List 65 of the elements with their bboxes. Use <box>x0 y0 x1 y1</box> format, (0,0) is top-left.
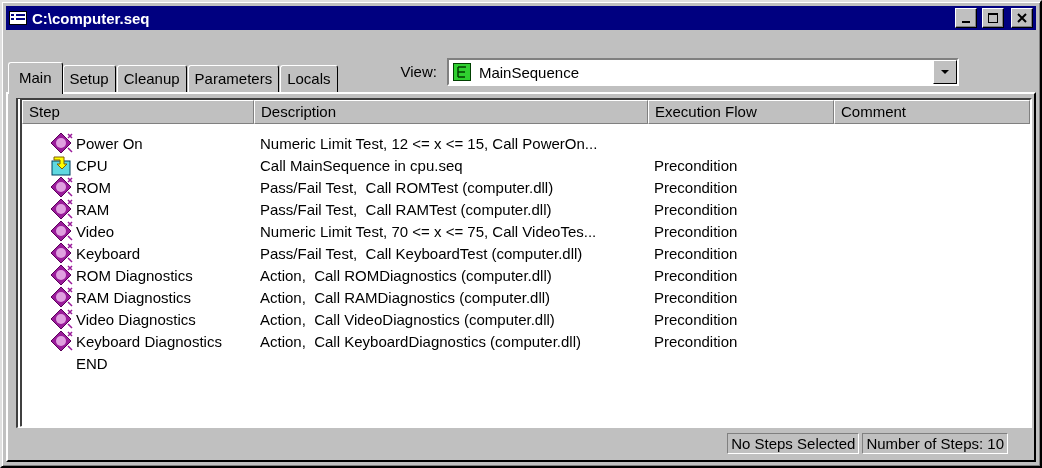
step-name[interactable]: Keyboard Diagnostics <box>76 332 222 350</box>
minimize-icon <box>962 21 970 23</box>
view-label: View: <box>400 63 437 80</box>
execution-flow: Precondition <box>653 332 738 350</box>
execution-flow: Precondition <box>653 156 738 174</box>
view-dropdown[interactable]: MainSequence <box>446 58 959 86</box>
diamond-icon <box>50 330 74 352</box>
column-header[interactable]: Execution Flow <box>648 100 834 124</box>
step-description: Action, Call ROMDiagnostics (computer.dll) <box>259 266 552 284</box>
column-header[interactable]: Comment <box>834 100 1030 124</box>
tab[interactable]: Parameters <box>187 65 280 92</box>
step-name[interactable]: ROM Diagnostics <box>76 266 193 284</box>
status-pane: No Steps Selected <box>727 432 860 454</box>
close-button[interactable] <box>1011 8 1033 28</box>
diamond-icon <box>50 176 74 198</box>
diamond-icon <box>50 264 74 286</box>
step-description: Numeric Limit Test, 12 <= x <= 15, Call PowerOn... <box>259 134 598 152</box>
step-name[interactable]: ROM <box>76 178 111 196</box>
sequence-call-icon <box>50 154 74 176</box>
view-value: MainSequence <box>478 63 580 81</box>
step-name[interactable]: RAM Diagnostics <box>76 288 192 306</box>
execution-flow: Precondition <box>653 266 738 284</box>
step-description: Action, Call VideoDiagnostics (computer.dll) <box>259 310 555 328</box>
diamond-icon <box>50 220 74 242</box>
step-description: Action, Call KeyboardDiagnostics (computer.dll) <box>259 332 581 350</box>
step-description: Numeric Limit Test, 70 <= x <= 75, Call VideoTes... <box>259 222 597 240</box>
sequence-icon <box>452 63 471 81</box>
close-icon <box>1017 13 1027 23</box>
tab[interactable]: Setup <box>62 65 116 92</box>
step-name[interactable]: CPU <box>76 156 108 174</box>
column-header[interactable]: Step <box>22 100 254 124</box>
step-description: Action, Call RAMDiagnostics (computer.dll) <box>259 288 551 306</box>
step-name[interactable]: END <box>76 354 108 372</box>
step-name[interactable]: Keyboard <box>76 244 141 262</box>
window-title: C:\computer.seq <box>32 9 151 27</box>
tab[interactable]: Locals <box>280 65 338 92</box>
minimize-button[interactable] <box>955 8 977 28</box>
status-pane: Number of Steps: 10 <box>862 432 1008 454</box>
step-description: Pass/Fail Test, Call ROMTest (computer.dll) <box>259 178 554 196</box>
execution-flow: Precondition <box>653 244 738 262</box>
execution-flow: Precondition <box>653 200 738 218</box>
maximize-icon <box>987 12 999 24</box>
step-description: Pass/Fail Test, Call KeyboardTest (computer.dll) <box>259 244 583 262</box>
step-description: Pass/Fail Test, Call RAMTest (computer.dll) <box>259 200 552 218</box>
execution-flow: Precondition <box>653 310 738 328</box>
column-header[interactable]: Description <box>254 100 648 124</box>
execution-flow: Precondition <box>653 288 738 306</box>
diamond-icon <box>50 308 74 330</box>
caret-icon <box>939 69 950 75</box>
step-description: Call MainSequence in cpu.seq <box>259 156 463 174</box>
execution-flow: Precondition <box>653 222 738 240</box>
execution-flow: Precondition <box>653 178 738 196</box>
diamond-icon <box>50 242 74 264</box>
diamond-icon <box>50 132 74 154</box>
step-name[interactable]: RAM <box>76 200 110 218</box>
tab[interactable]: Cleanup <box>116 65 187 92</box>
dropdown-button[interactable] <box>932 60 957 84</box>
step-name[interactable]: Power On <box>76 134 143 152</box>
tab[interactable]: Main <box>8 62 63 94</box>
diamond-icon <box>50 286 74 308</box>
maximize-button[interactable] <box>982 8 1004 28</box>
document-icon <box>9 11 27 25</box>
diamond-icon <box>50 198 74 220</box>
step-name[interactable]: Video <box>76 222 115 240</box>
step-name[interactable]: Video Diagnostics <box>76 310 196 328</box>
